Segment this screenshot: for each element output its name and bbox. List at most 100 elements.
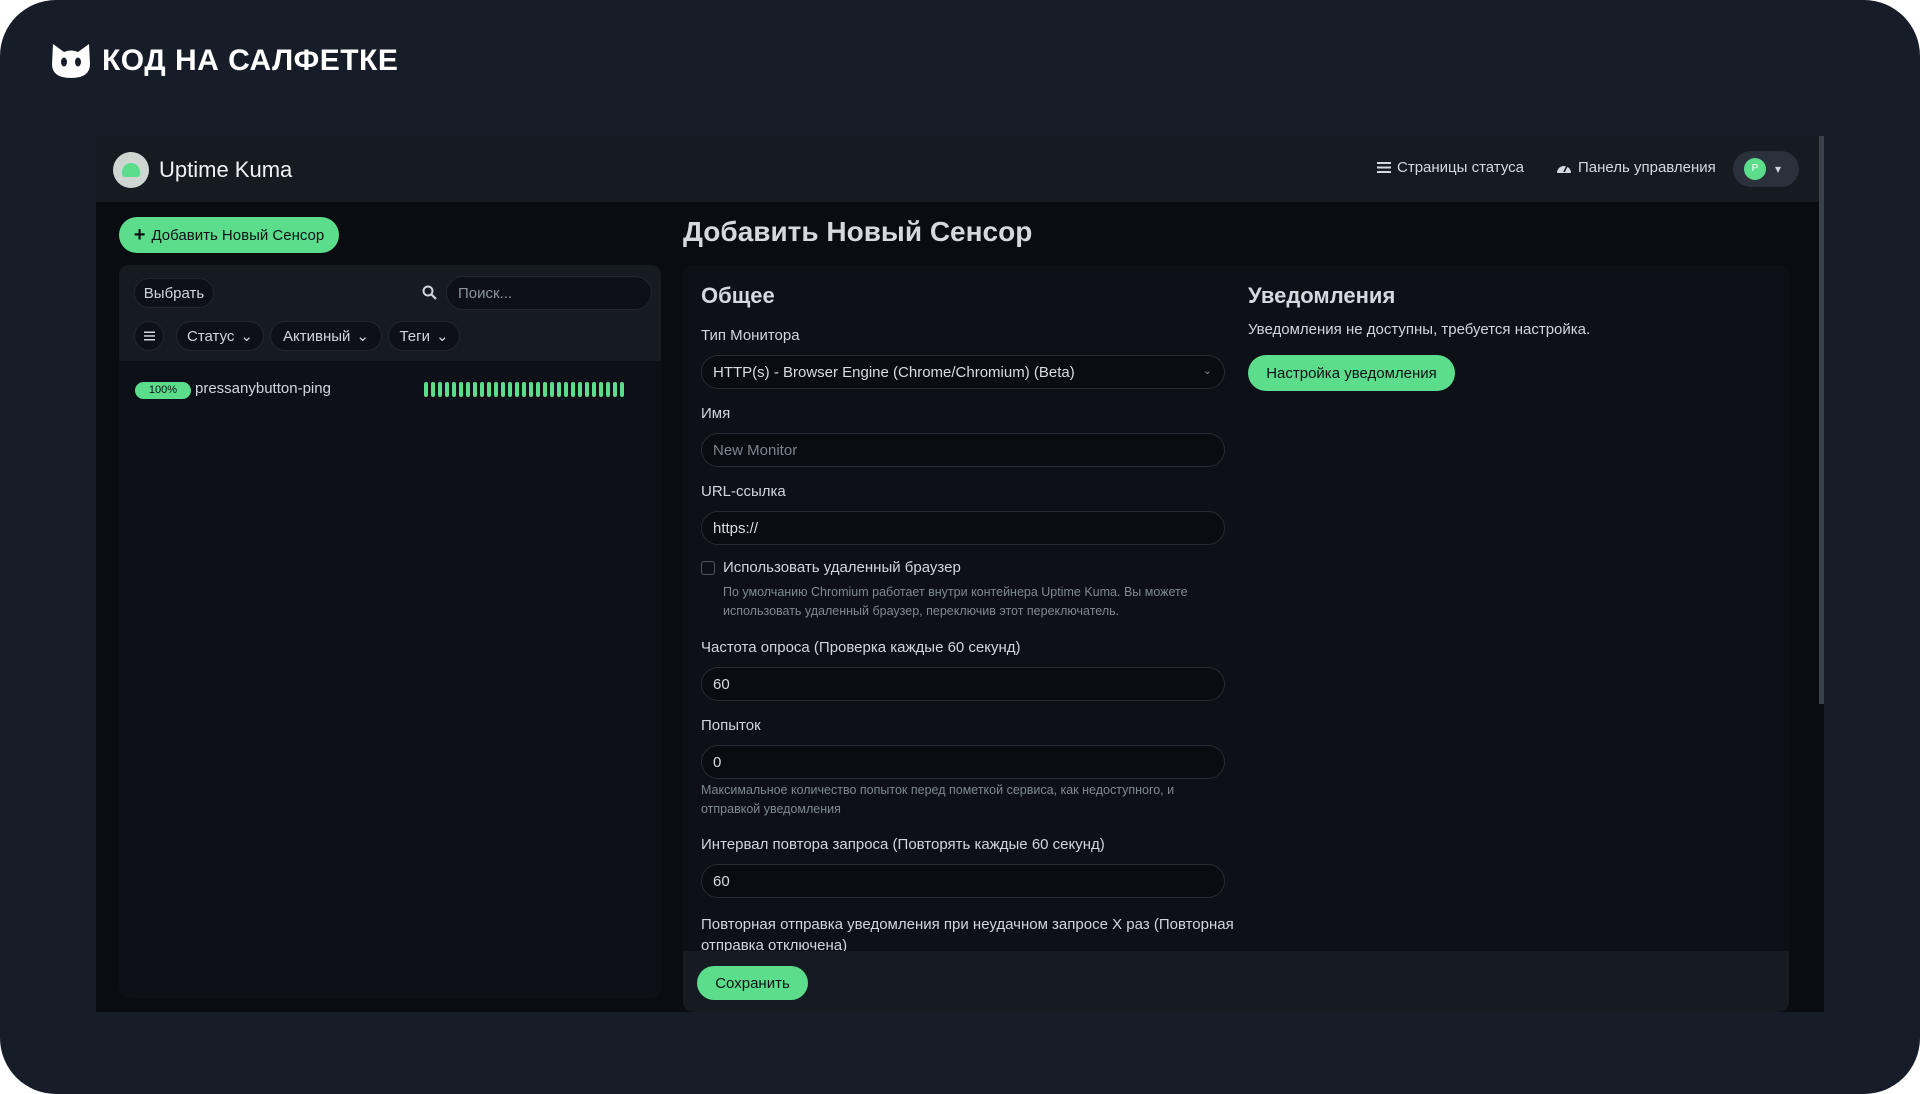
- heartbeat-tick: [431, 382, 435, 397]
- heartbeat-bar: [424, 382, 624, 397]
- active-filter[interactable]: Активный ⌄: [270, 321, 382, 351]
- form-footer: Сохранить: [683, 951, 1789, 1012]
- heartbeat-tick: [466, 382, 470, 397]
- heartbeat-tick: [445, 382, 449, 397]
- save-label: Сохранить: [715, 974, 790, 992]
- heartbeat-tick: [480, 382, 484, 397]
- heartbeat-tick: [473, 382, 477, 397]
- scrollbar[interactable]: [1819, 136, 1824, 704]
- save-button[interactable]: Сохранить: [697, 966, 808, 1000]
- heartbeat-tick: [515, 382, 519, 397]
- heartbeat-tick: [438, 382, 442, 397]
- retries-label: Попыток: [701, 717, 761, 734]
- heartbeat-tick: [578, 382, 582, 397]
- uptime-kuma-logo-icon: [113, 152, 149, 188]
- plus-icon: +: [133, 224, 146, 246]
- uptime-badge: 100%: [135, 382, 191, 399]
- presentation-frame: КОД НА САЛФЕТКЕ Uptime Kuma Страницы ста…: [0, 0, 1920, 1094]
- dashboard-link[interactable]: Панель управления: [1556, 159, 1716, 176]
- search-icon: [422, 285, 437, 300]
- heartbeat-tick: [585, 382, 589, 397]
- retries-hint-line-1: Максимальное количество попыток перед по…: [701, 783, 1175, 797]
- app-logo[interactable]: Uptime Kuma: [113, 152, 292, 188]
- interval-input[interactable]: [701, 667, 1225, 701]
- hamburger-icon: [143, 331, 155, 341]
- active-filter-label: Активный: [283, 327, 351, 345]
- monitor-list-panel: Выбрать Статус ⌄: [119, 265, 661, 998]
- brand: КОД НА САЛФЕТКЕ: [50, 42, 398, 80]
- heartbeat-tick: [522, 382, 526, 397]
- heartbeat-tick: [543, 382, 547, 397]
- heartbeat-tick: [459, 382, 463, 397]
- retries-hint-line-2: отправкой уведомления: [701, 802, 841, 816]
- chevron-down-icon: ⌄: [1202, 365, 1212, 377]
- chevron-down-icon: ▾: [1775, 162, 1782, 176]
- heartbeat-tick: [613, 382, 617, 397]
- url-label: URL-ссылка: [701, 483, 786, 500]
- name-input[interactable]: [701, 433, 1225, 467]
- gauge-icon: [1557, 165, 1571, 173]
- chevron-down-icon: ⌄: [356, 328, 369, 345]
- app-window: Uptime Kuma Страницы статуса Панель упра…: [96, 136, 1824, 1012]
- monitor-type-label: Тип Монитора: [701, 327, 800, 344]
- remote-browser-label: Использовать удаленный браузер: [723, 559, 961, 576]
- heartbeat-tick: [424, 382, 428, 397]
- search-input[interactable]: [446, 276, 652, 310]
- list-item[interactable]: 100% pressanybutton-ping: [135, 379, 645, 401]
- remote-browser-hint-line-2: использовать удаленный браузер, переключ…: [723, 604, 1120, 618]
- chevron-down-icon: ⌄: [240, 328, 253, 345]
- status-filter[interactable]: Статус ⌄: [176, 321, 264, 351]
- app-title: Uptime Kuma: [159, 157, 293, 182]
- heartbeat-tick: [487, 382, 491, 397]
- resend-label-line-1: Повторная отправка уведомления при неуда…: [701, 916, 1234, 933]
- notifications-empty-text: Уведомления не доступны, требуется настр…: [1248, 321, 1591, 338]
- top-navbar: Uptime Kuma Страницы статуса Панель упра…: [96, 136, 1824, 202]
- profile-dropdown[interactable]: P ▾: [1733, 151, 1799, 187]
- heartbeat-tick: [452, 382, 456, 397]
- monitor-form: Общее Тип Монитора HTTP(s) - Browser Eng…: [683, 265, 1789, 1012]
- heartbeat-tick: [494, 382, 498, 397]
- url-input[interactable]: [701, 511, 1225, 545]
- remote-browser-hint-line-1: По умолчанию Chromium работает внутри ко…: [723, 585, 1188, 599]
- heartbeat-tick: [564, 382, 568, 397]
- dashboard-label: Панель управления: [1578, 159, 1716, 176]
- page-title: Добавить Новый Сенсор: [683, 216, 1033, 247]
- heartbeat-tick: [508, 382, 512, 397]
- heartbeat-tick: [529, 382, 533, 397]
- monitor-name: pressanybutton-ping: [195, 380, 331, 397]
- brand-name: КОД НА САЛФЕТКЕ: [102, 44, 399, 77]
- setup-notification-button[interactable]: Настройка уведомления: [1248, 355, 1455, 391]
- retry-interval-label: Интервал повтора запроса (Повторять кажд…: [701, 836, 1105, 853]
- remote-browser-checkbox[interactable]: [701, 561, 715, 575]
- remote-browser-hint: По умолчанию Chromium работает внутри ко…: [723, 583, 1188, 621]
- add-new-monitor-button[interactable]: + Добавить Новый Сенсор: [119, 217, 339, 253]
- add-new-monitor-label: Добавить Новый Сенсор: [151, 226, 325, 244]
- retry-interval-input[interactable]: [701, 864, 1225, 898]
- chevron-down-icon: ⌄: [435, 328, 449, 345]
- interval-label: Частота опроса (Проверка каждые 60 секун…: [701, 639, 1021, 656]
- retries-hint: Максимальное количество попыток перед по…: [701, 781, 1174, 819]
- select-button[interactable]: Выбрать: [134, 278, 214, 308]
- monitor-type-select[interactable]: HTTP(s) - Browser Engine (Chrome/Chromiu…: [701, 355, 1225, 389]
- status-pages-link[interactable]: Страницы статуса: [1377, 159, 1524, 176]
- heartbeat-tick: [501, 382, 505, 397]
- heartbeat-tick: [620, 382, 624, 397]
- tags-filter-label: Теги: [399, 327, 430, 345]
- retries-input[interactable]: [701, 745, 1225, 779]
- list-icon: [1377, 162, 1391, 173]
- cat-head-icon: [52, 44, 90, 78]
- general-section-title: Общее: [701, 283, 775, 308]
- filter-menu-button[interactable]: [134, 321, 164, 351]
- tags-filter[interactable]: Теги ⌄: [388, 321, 460, 351]
- setup-notification-label: Настройка уведомления: [1266, 364, 1437, 382]
- heartbeat-tick: [571, 382, 575, 397]
- monitor-list-header: Выбрать Статус ⌄: [119, 265, 661, 361]
- heartbeat-tick: [550, 382, 554, 397]
- select-label: Выбрать: [143, 284, 205, 302]
- status-filter-label: Статус: [187, 327, 235, 345]
- heartbeat-tick: [557, 382, 561, 397]
- resend-label: Повторная отправка уведомления при неуда…: [701, 914, 1234, 956]
- notifications-section-title: Уведомления: [1248, 283, 1396, 308]
- heartbeat-tick: [536, 382, 540, 397]
- monitor-type-value: HTTP(s) - Browser Engine (Chrome/Chromiu…: [713, 363, 1075, 381]
